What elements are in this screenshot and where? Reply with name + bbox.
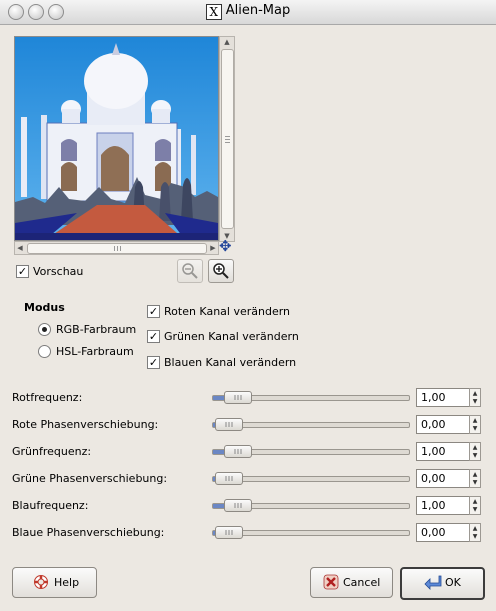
green-channel-label: Grünen Kanal verändern [164,330,299,343]
preview-image[interactable] [14,36,219,241]
help-button-label: Help [54,576,80,589]
slider-trough[interactable] [212,499,410,512]
vertical-scroll-thumb[interactable] [221,49,234,229]
slider-label: Grünfrequenz: [12,445,92,458]
zoom-in-button[interactable] [208,259,234,283]
cancel-button-label: Cancel [343,576,381,589]
slider-trough[interactable] [212,418,410,431]
slider-handle[interactable] [215,418,243,431]
rgb-radio-label: RGB-Farbraum [56,323,137,336]
value-spinbutton[interactable]: 1,00 ▲ ▼ [416,388,483,407]
hsl-radio[interactable] [38,345,51,358]
slider-handle[interactable] [215,526,243,539]
rgb-radio[interactable] [38,323,51,336]
spin-buttons[interactable]: ▲ ▼ [469,523,481,542]
slider-label: Blaufrequenz: [12,499,89,512]
value-field[interactable]: 0,00 [416,469,473,488]
ok-button[interactable]: OK [400,567,485,600]
hsl-radio-label: HSL-Farbraum [56,345,134,358]
cancel-button[interactable]: Cancel [310,567,393,598]
ok-arrow-icon [424,575,442,590]
spin-buttons[interactable]: ▲ ▼ [469,469,481,488]
spin-up-arrow-icon[interactable]: ▲ [470,417,480,425]
value-spinbutton[interactable]: 0,00 ▲ ▼ [416,523,483,542]
preview-checkbox[interactable]: ✓ [16,265,29,278]
value-spinbutton[interactable]: 1,00 ▲ ▼ [416,496,483,515]
spin-down-arrow-icon[interactable]: ▼ [470,479,480,487]
spin-down-arrow-icon[interactable]: ▼ [470,533,480,541]
value-field[interactable]: 1,00 [416,442,473,461]
slider-label: Grüne Phasenverschiebung: [12,472,168,485]
slider-handle[interactable] [215,472,243,485]
slider-label: Blaue Phasenverschiebung: [12,526,165,539]
zoom-out-button[interactable] [177,259,203,283]
value-spinbutton[interactable]: 0,00 ▲ ▼ [416,469,483,488]
preview-checkbox-label: Vorschau [33,265,84,278]
spin-buttons[interactable]: ▲ ▼ [469,442,481,461]
value-field[interactable]: 1,00 [416,388,473,407]
title-bar: X Alien-Map [0,0,496,25]
scroll-left-arrow-icon[interactable]: ◀ [15,242,25,254]
taj-mahal-preview [15,37,218,240]
spin-up-arrow-icon[interactable]: ▲ [470,390,480,398]
green-channel-checkbox[interactable]: ✓ [147,330,160,343]
spin-buttons[interactable]: ▲ ▼ [469,388,481,407]
slider-label: Rote Phasenverschiebung: [12,418,159,431]
slider-label: Rotfrequenz: [12,391,83,404]
help-button[interactable]: Help [12,567,97,598]
spin-down-arrow-icon[interactable]: ▼ [470,398,480,406]
spin-up-arrow-icon[interactable]: ▲ [470,444,480,452]
scroll-right-arrow-icon[interactable]: ▶ [208,242,218,254]
cancel-x-icon [323,574,339,590]
preview-horizontal-scrollbar[interactable]: ◀ ▶ [14,241,219,255]
spin-down-arrow-icon[interactable]: ▼ [470,506,480,514]
scroll-up-arrow-icon[interactable]: ▲ [220,37,234,47]
spin-down-arrow-icon[interactable]: ▼ [470,425,480,433]
slider-trough[interactable] [212,526,410,539]
value-field[interactable]: 1,00 [416,496,473,515]
red-channel-checkbox[interactable]: ✓ [147,305,160,318]
ok-button-label: OK [445,576,461,589]
mode-heading: Modus [24,301,65,314]
window-title: Alien-Map [225,3,291,18]
value-field[interactable]: 0,00 [416,523,473,542]
slider-handle[interactable] [224,445,252,458]
spin-down-arrow-icon[interactable]: ▼ [470,452,480,460]
spin-up-arrow-icon[interactable]: ▲ [470,498,480,506]
red-channel-label: Roten Kanal verändern [164,305,291,318]
horizontal-scroll-thumb[interactable] [27,243,207,254]
value-field[interactable]: 0,00 [416,415,473,434]
value-spinbutton[interactable]: 1,00 ▲ ▼ [416,442,483,461]
window-title-area: X Alien-Map [0,3,496,20]
slider-handle[interactable] [224,499,252,512]
zoom-in-icon [213,263,229,279]
slider-trough[interactable] [212,445,410,458]
slider-trough[interactable] [212,472,410,485]
navigate-icon[interactable]: ✥ [219,239,232,254]
preview-vertical-scrollbar[interactable]: ▲ ▼ [219,36,235,242]
value-spinbutton[interactable]: 0,00 ▲ ▼ [416,415,483,434]
blue-channel-checkbox[interactable]: ✓ [147,356,160,369]
lifebuoy-icon [34,575,48,589]
blue-channel-label: Blauen Kanal verändern [164,356,297,369]
x11-app-icon: X [205,4,222,20]
spin-up-arrow-icon[interactable]: ▲ [470,471,480,479]
slider-handle[interactable] [224,391,252,404]
zoom-out-icon [182,263,198,279]
spin-buttons[interactable]: ▲ ▼ [469,415,481,434]
slider-trough[interactable] [212,391,410,404]
spin-buttons[interactable]: ▲ ▼ [469,496,481,515]
spin-up-arrow-icon[interactable]: ▲ [470,525,480,533]
